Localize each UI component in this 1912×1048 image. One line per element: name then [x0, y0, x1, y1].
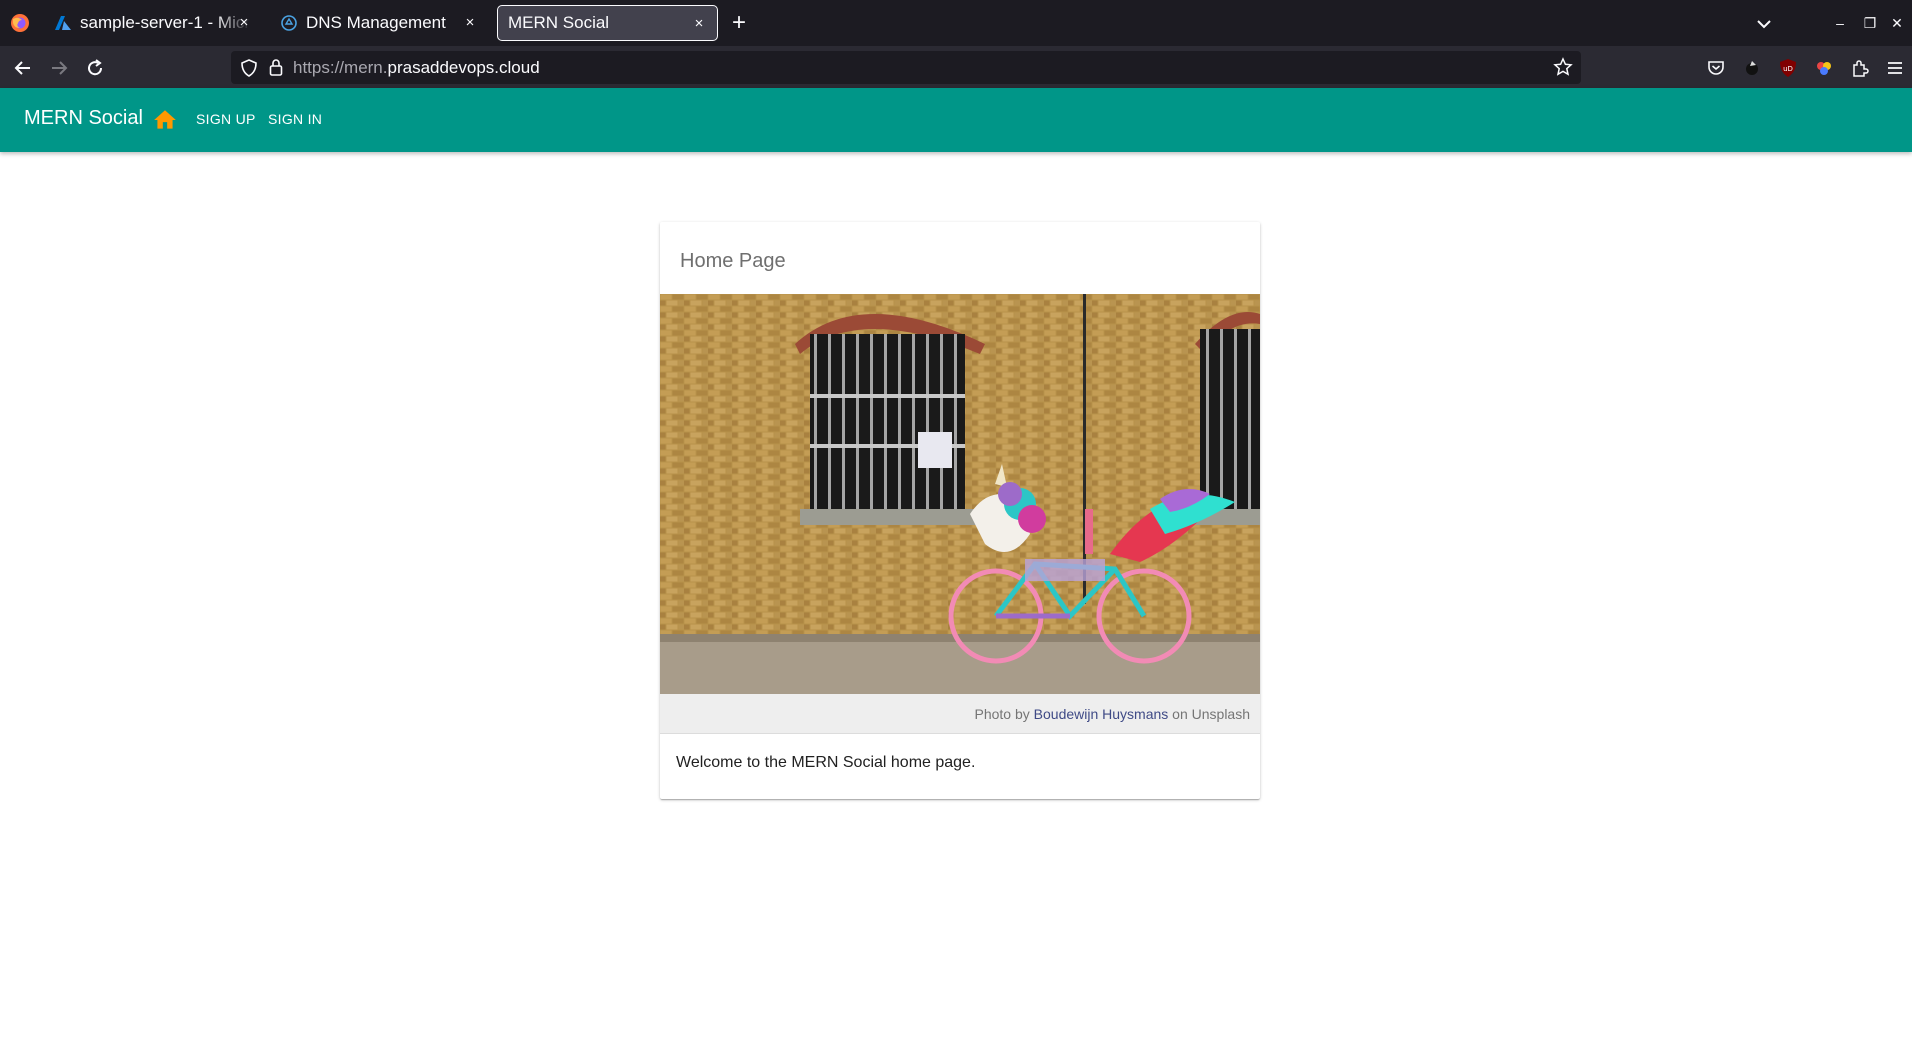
tab-azure[interactable]: sample-server-1 - Microsoft Azure × [44, 5, 262, 41]
home-card: Home Page Photo by Boudewijn Huysmans on… [660, 222, 1260, 799]
tab-mern-social[interactable]: MERN Social × [497, 5, 718, 41]
welcome-text: Welcome to the MERN Social home page. [676, 754, 976, 771]
minimize-button[interactable]: – [1828, 12, 1852, 34]
restore-button[interactable]: ❐ [1858, 12, 1882, 34]
azure-icon [55, 16, 71, 30]
forward-icon[interactable] [46, 55, 72, 81]
color-extension-icon[interactable] [1813, 57, 1835, 79]
address-bar[interactable]: https://mern.prasaddevops.cloud [231, 51, 1581, 84]
home-photo [660, 294, 1260, 694]
app-title: MERN Social [24, 107, 143, 129]
list-all-tabs-icon[interactable] [1752, 12, 1776, 36]
tracking-protection-icon[interactable] [241, 59, 257, 77]
photo-caption: Photo by Boudewijn Huysmans on Unsplash [660, 694, 1260, 734]
browser-navigation-bar: https://mern.prasaddevops.cloud uD [0, 46, 1912, 88]
caption-suffix: on Unsplash [1172, 706, 1250, 722]
photographer-link[interactable]: Boudewijn Huysmans [1034, 706, 1169, 722]
back-icon[interactable] [10, 55, 36, 81]
extension-icon[interactable] [1741, 57, 1763, 79]
svg-text:uD: uD [1783, 65, 1793, 73]
caption-text: Photo by Boudewijn Huysmans on Unsplash [975, 706, 1251, 722]
app-bar: MERN Social SIGN UP SIGN IN [0, 88, 1912, 152]
url-scheme: https:// [293, 58, 345, 77]
ublock-origin-icon[interactable]: uD [1777, 57, 1799, 79]
url-subdomain: mern. [344, 58, 388, 77]
tab-label: MERN Social [508, 13, 610, 32]
extensions-puzzle-icon[interactable] [1849, 57, 1871, 79]
dns-icon [281, 15, 297, 31]
reload-icon[interactable] [82, 55, 108, 81]
new-tab-button[interactable]: + [725, 10, 753, 38]
tab-close-icon[interactable]: × [460, 13, 480, 33]
firefox-menu-icon[interactable] [10, 13, 30, 33]
tab-dns-management[interactable]: DNS Management × [270, 5, 488, 41]
signup-link[interactable]: SIGN UP [196, 111, 256, 127]
tab-label: sample-server-1 - Microsoft Azure [80, 13, 250, 32]
close-window-button[interactable]: ✕ [1885, 12, 1909, 34]
tab-close-icon[interactable]: × [689, 14, 709, 34]
bookmark-star-icon[interactable] [1553, 57, 1573, 77]
hamburger-menu-icon[interactable] [1884, 57, 1906, 79]
signin-link[interactable]: SIGN IN [268, 111, 322, 127]
bicycle-unicorn-photo [660, 294, 1260, 694]
url-text[interactable]: https://mern.prasaddevops.cloud [293, 58, 540, 78]
caption-prefix: Photo by [974, 706, 1030, 722]
url-domain: prasaddevops.cloud [387, 58, 540, 77]
pocket-icon[interactable] [1705, 57, 1727, 79]
tab-close-icon[interactable]: × [234, 13, 254, 33]
card-title: Home Page [680, 250, 786, 272]
home-icon[interactable] [152, 107, 178, 133]
browser-tab-strip: sample-server-1 - Microsoft Azure × DNS … [0, 0, 1912, 46]
lock-icon[interactable] [269, 58, 283, 76]
tab-label: DNS Management [306, 13, 446, 32]
